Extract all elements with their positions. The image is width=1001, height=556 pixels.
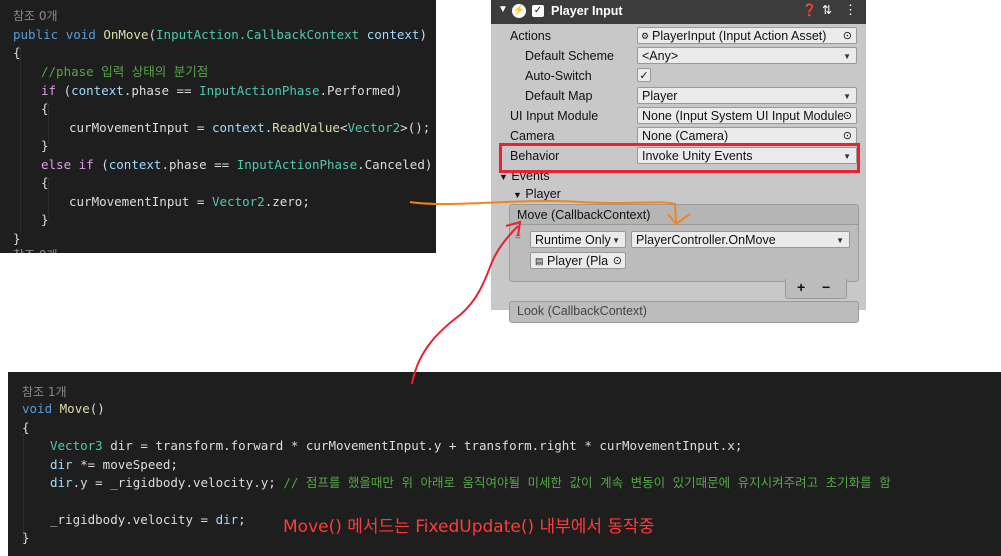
code-snippet-onmove: 참조 0개 public void OnMove(InputAction.Cal… — [0, 0, 436, 253]
target-object-field[interactable]: ▤ Player (Pla ⊙ — [530, 252, 626, 269]
code-snippet-move: 참조 1개 void Move() { Vector3 dir = transf… — [8, 372, 1001, 556]
annotation-text: Move() 메서드는 FixedUpdate() 내부에서 동작중 — [283, 517, 655, 537]
code-line-assign-velocity: _rigidbody.velocity = dir; — [50, 512, 246, 527]
ui-input-module-label: UI Input Module — [510, 109, 599, 123]
page-background — [866, 0, 1001, 310]
move-event-box: Move (CallbackContext) = Runtime Only Pl… — [509, 204, 859, 282]
remove-listener-button[interactable]: − — [822, 279, 830, 295]
event-title: Look (CallbackContext) — [517, 304, 647, 318]
component-header: ▼ ⚡ ✓ Player Input ❓ ⇅ ⋮ — [491, 0, 866, 24]
help-icon[interactable]: ❓ — [802, 3, 817, 17]
assignment-zero: curMovementInput = Vector2.zero; — [69, 194, 310, 209]
brace-close: } — [41, 212, 49, 227]
brace-open: { — [13, 45, 21, 60]
enabled-checkbox[interactable]: ✓ — [532, 5, 544, 17]
component-title: Player Input — [551, 4, 623, 18]
add-remove-bar: + − — [785, 279, 847, 299]
assignment-read-value: curMovementInput = context.ReadValue<Vec… — [69, 120, 431, 135]
method-signature: public void OnMove(InputAction.CallbackC… — [13, 27, 427, 42]
object-picker-icon[interactable]: ⊙ — [612, 253, 622, 268]
behavior-highlight-box — [499, 143, 860, 173]
player-input-icon: ⚡ — [512, 4, 526, 18]
code-line-movespeed: dir *= moveSpeed; — [50, 457, 178, 472]
preset-icon[interactable]: ⇅ — [822, 3, 832, 17]
input-asset-icon: ⚙ — [641, 31, 650, 41]
method-signature: void Move() — [22, 401, 105, 416]
auto-switch-label: Auto-Switch — [525, 69, 592, 83]
default-scheme-label: Default Scheme — [525, 49, 614, 63]
ui-input-module-field[interactable]: None (Input System UI Input Module ⊙ — [637, 107, 857, 124]
player-events-foldout[interactable]: ▼ Player — [513, 185, 561, 203]
actions-label: Actions — [510, 29, 551, 43]
look-event-box: Look (CallbackContext) — [509, 301, 859, 323]
event-header: Move (CallbackContext) — [510, 205, 858, 225]
code-line-velocity-y: dir.y = _rigidbody.velocity.y; // 점프를 했을… — [50, 475, 891, 490]
brace-close: } — [41, 138, 49, 153]
event-title: Move (CallbackContext) — [517, 208, 651, 222]
brace-open: { — [41, 101, 49, 116]
reference-count[interactable]: 참조 0개 — [13, 7, 58, 25]
brace-open: { — [41, 175, 49, 190]
runtime-only-dropdown[interactable]: Runtime Only — [530, 231, 626, 248]
reference-count-cut: 참조 0개 — [13, 246, 58, 253]
drag-handle-icon[interactable]: = — [515, 232, 521, 243]
brace-close: } — [22, 530, 30, 545]
function-dropdown[interactable]: PlayerController.OnMove — [631, 231, 850, 248]
object-picker-icon[interactable]: ⊙ — [843, 128, 852, 143]
script-icon: ▤ — [535, 256, 544, 266]
default-scheme-dropdown[interactable]: <Any> — [637, 47, 857, 64]
add-listener-button[interactable]: + — [797, 279, 805, 295]
if-statement: if (context.phase == InputActionPhase.Pe… — [41, 83, 403, 98]
reference-count[interactable]: 참조 1개 — [22, 383, 67, 401]
brace-open: { — [22, 420, 30, 435]
auto-switch-checkbox[interactable]: ✓ — [637, 68, 651, 82]
foldout-arrow-icon[interactable]: ▼ — [498, 4, 508, 15]
code-comment: //phase 입력 상태의 분기점 — [41, 64, 209, 79]
else-if-statement: else if (context.phase == InputActionPha… — [41, 157, 433, 172]
more-options-icon[interactable]: ⋮ — [844, 2, 857, 18]
camera-field[interactable]: None (Camera) ⊙ — [637, 127, 857, 144]
object-picker-icon[interactable]: ⊙ — [843, 28, 852, 43]
default-map-label: Default Map — [525, 89, 593, 103]
code-line-vector3: Vector3 dir = transform.forward * curMov… — [50, 438, 743, 453]
default-map-dropdown[interactable]: Player — [637, 87, 857, 104]
object-picker-icon[interactable]: ⊙ — [842, 108, 852, 123]
actions-object-field[interactable]: ⚙ PlayerInput (Input Action Asset) ⊙ — [637, 27, 857, 44]
